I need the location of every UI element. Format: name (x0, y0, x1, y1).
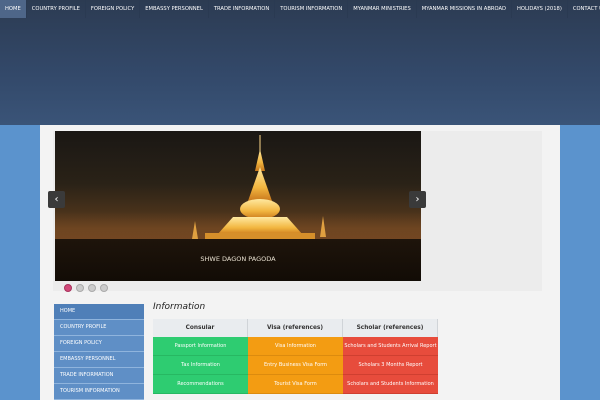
link-passport-information[interactable]: Passport Information (153, 337, 248, 356)
sidebar-menu: HOME COUNTRY PROFILE FOREIGN POLICY EMBA… (54, 304, 144, 400)
slider-pagination (64, 284, 108, 292)
top-navigation: HOME COUNTRY PROFILE FOREIGN POLICY EMBA… (0, 0, 600, 18)
sidebar-item-trade-information[interactable]: TRADE INFORMATION (54, 368, 144, 384)
site-header: HOME COUNTRY PROFILE FOREIGN POLICY EMBA… (0, 0, 600, 125)
link-entry-business-visa-form[interactable]: Entry Business Visa Form (248, 356, 343, 375)
sidebar-item-embassy-personnel[interactable]: EMBASSY PERSONNEL (54, 352, 144, 368)
slide-image: SHWE DAGON PAGODA (55, 131, 421, 281)
header-scholar: Scholar (references) (343, 319, 438, 337)
link-scholars-3-months-report[interactable]: Scholars 3 Months Report (343, 356, 438, 375)
nav-holidays[interactable]: HOLIDAYS (2018) (512, 0, 568, 18)
sidebar-item-home[interactable]: HOME (54, 304, 144, 320)
table-row: Passport Information Visa Information Sc… (153, 337, 438, 356)
link-scholars-students-information[interactable]: Scholars and Students Information (343, 375, 438, 394)
information-table: Consular Visa (references) Scholar (refe… (153, 319, 438, 394)
slide-caption: SHWE DAGON PAGODA (200, 255, 276, 263)
nav-contact-us[interactable]: CONTACT US (568, 0, 600, 18)
nav-home[interactable]: HOME (0, 0, 27, 18)
sidebar-item-country-profile[interactable]: COUNTRY PROFILE (54, 320, 144, 336)
table-row: Tax Information Entry Business Visa Form… (153, 356, 438, 375)
nav-trade-information[interactable]: TRADE INFORMATION (209, 0, 276, 18)
link-visa-information[interactable]: Visa Information (248, 337, 343, 356)
header-visa: Visa (references) (248, 319, 343, 337)
header-consular: Consular (153, 319, 248, 337)
slider-dot-4[interactable] (100, 284, 108, 292)
nav-embassy-personnel[interactable]: EMBASSY PERSONNEL (140, 0, 209, 18)
table-header-row: Consular Visa (references) Scholar (refe… (153, 319, 438, 337)
nav-country-profile[interactable]: COUNTRY PROFILE (27, 0, 86, 18)
slider-dot-3[interactable] (88, 284, 96, 292)
table-row: Recommendations Tourist Visa Form Schola… (153, 375, 438, 394)
information-heading: Information (153, 302, 206, 312)
nav-tourism-information[interactable]: TOURISM INFORMATION (275, 0, 349, 18)
nav-foreign-policy[interactable]: FOREIGN POLICY (86, 0, 141, 18)
nav-myanmar-ministries[interactable]: MYANMAR MINISTRIES (348, 0, 417, 18)
nav-myanmar-missions[interactable]: MYANMAR MISSIONS IN ABROAD (417, 0, 513, 18)
link-tax-information[interactable]: Tax Information (153, 356, 248, 375)
sidebar-item-tourism-information[interactable]: TOURISM INFORMATION (54, 384, 144, 400)
slider-dot-1[interactable] (64, 284, 72, 292)
slider-prev-button[interactable]: ‹ (48, 191, 65, 208)
slider-next-button[interactable]: › (409, 191, 426, 208)
link-recommendations[interactable]: Recommendations (153, 375, 248, 394)
slider-dot-2[interactable] (76, 284, 84, 292)
link-tourist-visa-form[interactable]: Tourist Visa Form (248, 375, 343, 394)
sidebar-item-foreign-policy[interactable]: FOREIGN POLICY (54, 336, 144, 352)
link-scholars-arrival-report[interactable]: Scholars and Students Arrival Report (343, 337, 438, 356)
